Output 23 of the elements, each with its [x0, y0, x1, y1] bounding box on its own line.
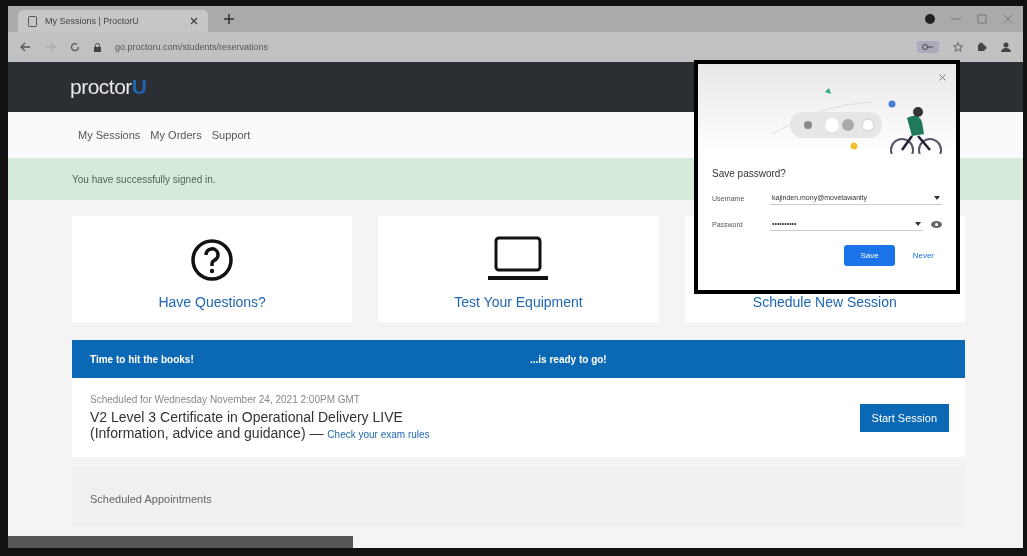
- url-text[interactable]: go.proctoru.com/students/reservations: [115, 42, 269, 52]
- logo[interactable]: proctorU: [70, 75, 147, 99]
- tab-title: My Sessions | ProctorU: [45, 16, 140, 26]
- card-label: Test Your Equipment: [454, 294, 583, 310]
- card-label: Have Questions?: [158, 294, 266, 310]
- browser-tab[interactable]: My Sessions | ProctorU: [18, 10, 208, 32]
- save-button[interactable]: Save: [844, 245, 895, 266]
- exam-title: (Information, advice and guidance) —: [90, 425, 324, 441]
- schedule-text: Scheduled for Wednesday November 24, 2021 2:00PM GMT: [90, 394, 361, 405]
- action-card[interactable]: Have Questions?: [72, 216, 353, 322]
- start-session-button[interactable]: Start Session: [859, 403, 949, 432]
- nav-link[interactable]: My Orders: [150, 129, 202, 141]
- section-title: Scheduled Appointments: [90, 493, 212, 505]
- exam-title: V2 Level 3 Certificate in Operational Delivery LIVE: [90, 409, 404, 425]
- header-text: ...is ready to go!: [530, 353, 607, 365]
- card-label: Schedule New Session: [752, 294, 897, 310]
- action-card[interactable]: Test Your Equipment: [378, 216, 659, 322]
- nav-link[interactable]: My Sessions: [78, 129, 141, 141]
- never-button[interactable]: Never: [904, 245, 942, 266]
- dialog-title: Save password?: [712, 168, 787, 179]
- exam-rules-link[interactable]: Check your exam rules: [327, 429, 430, 440]
- nav-link[interactable]: Support: [211, 129, 251, 141]
- header-text: Time to hit the books!: [90, 353, 195, 365]
